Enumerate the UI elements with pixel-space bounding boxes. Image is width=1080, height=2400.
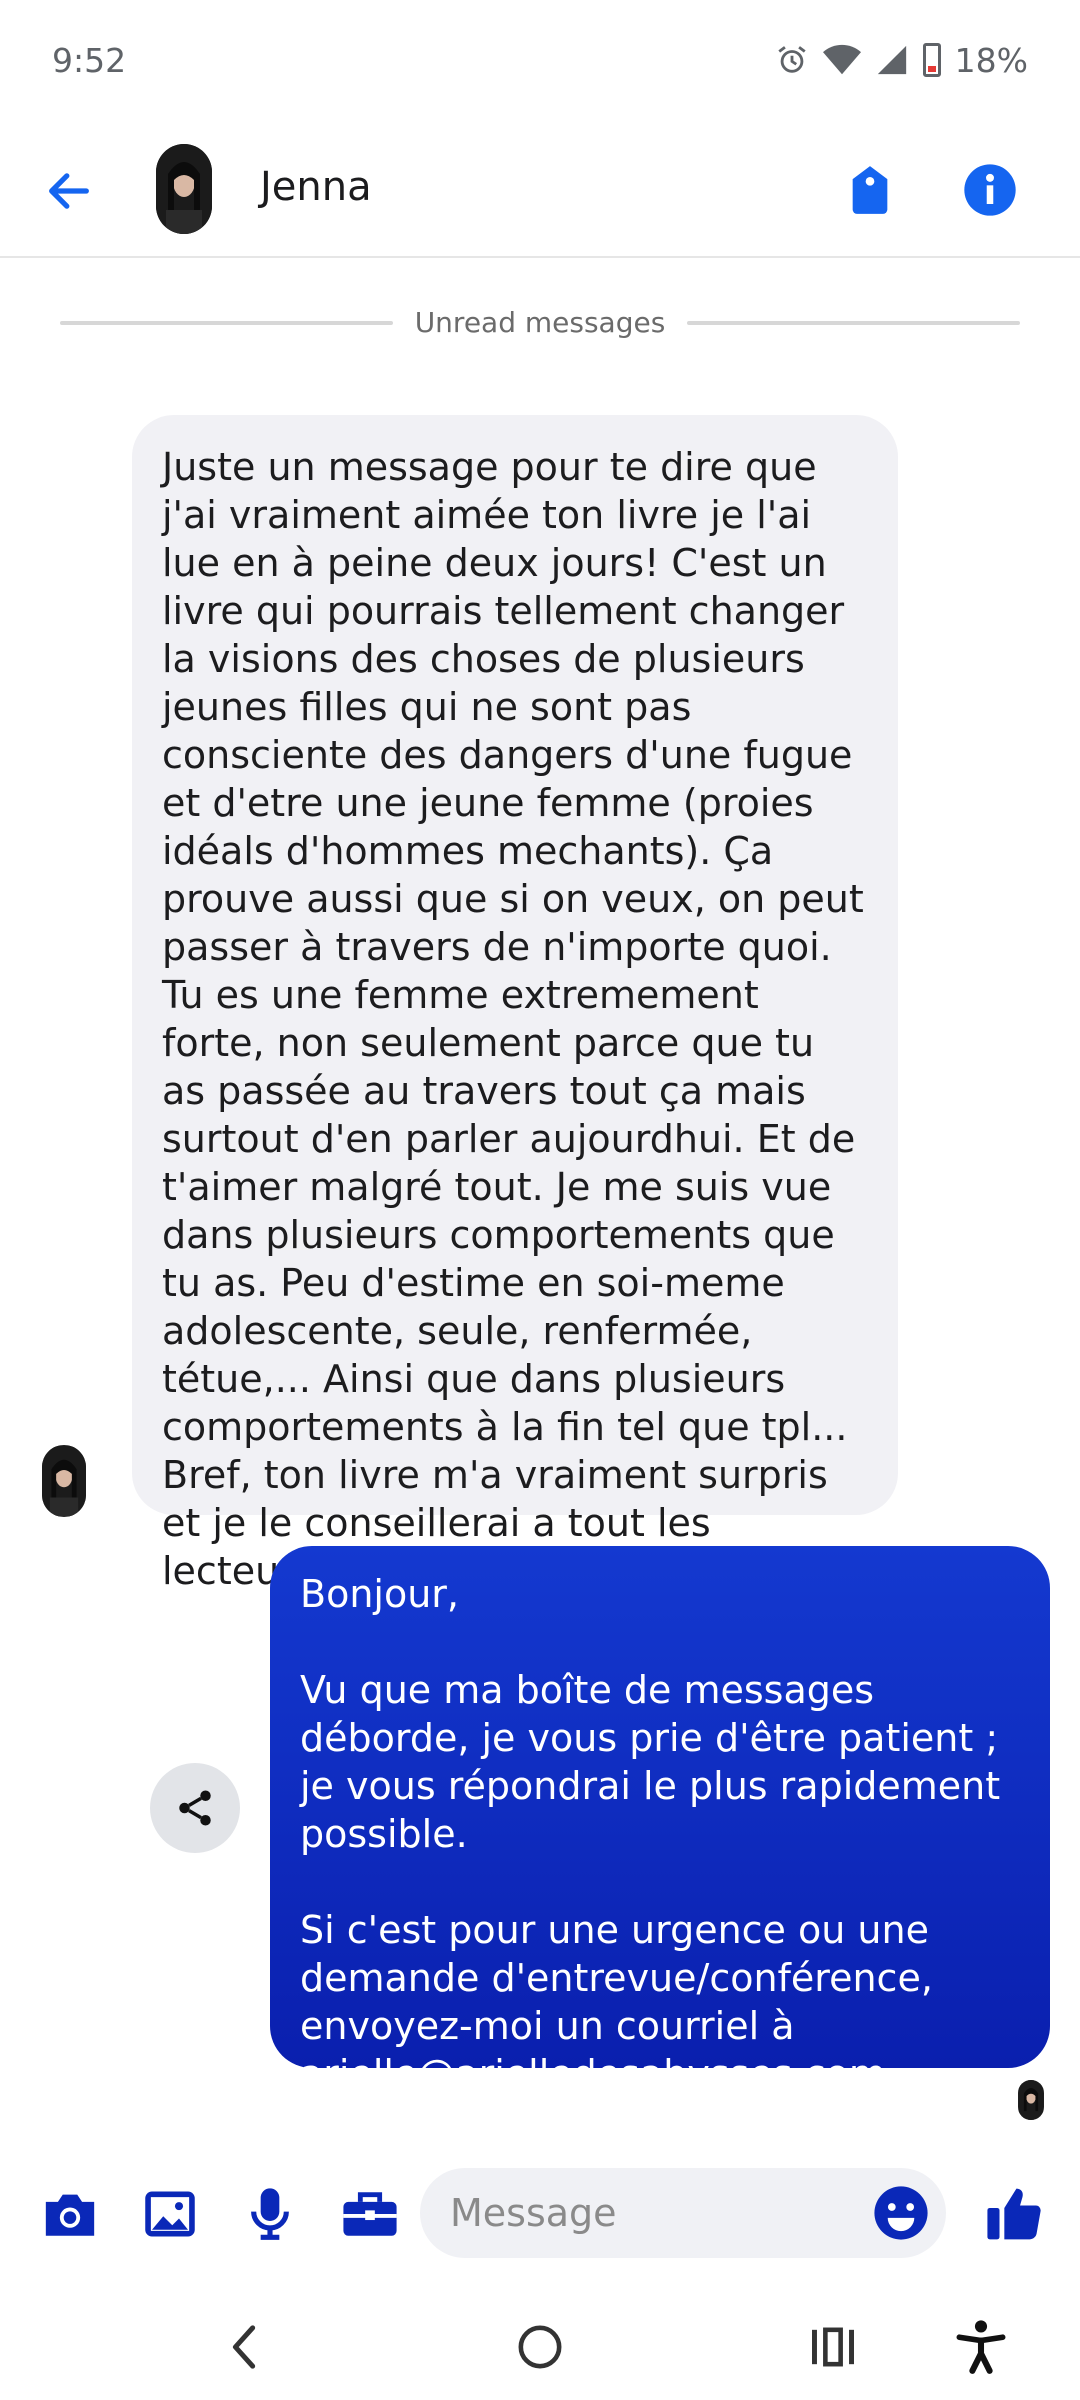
accessibility-icon [956,2320,1006,2374]
outgoing-paragraph-1: Vu que ma boîte de messages déborde, je … [300,1668,1013,1856]
back-button[interactable] [38,160,100,222]
unread-divider: Unread messages [60,306,1020,339]
info-icon [964,164,1016,216]
nav-recents-icon [812,2327,854,2367]
like-button[interactable] [982,2182,1046,2246]
camera-button[interactable] [38,2182,102,2246]
sender-avatar[interactable] [42,1445,86,1517]
message-composer [0,2168,1080,2260]
info-button[interactable] [958,158,1022,222]
alarm-icon [778,46,806,73]
messenger-screen: 9:52 18% Jenna Unread messages Juste un … [0,0,1080,2400]
share-button[interactable] [150,1763,240,1853]
nav-home-button[interactable] [505,2312,575,2382]
voice-button[interactable] [238,2182,302,2246]
unread-label: Unread messages [414,306,666,339]
battery-icon [922,43,941,77]
read-receipt-avatar [1018,2080,1044,2120]
image-icon [145,2191,195,2237]
outgoing-greeting: Bonjour, [300,1572,459,1616]
message-input[interactable] [450,2191,850,2235]
contact-name[interactable]: Jenna [260,164,372,210]
nav-back-button[interactable] [210,2312,280,2382]
outgoing-period: . [885,2052,898,2096]
emoji-icon[interactable] [872,2184,930,2242]
gallery-button[interactable] [138,2182,202,2246]
wifi-icon [822,44,861,75]
divider-line-right [687,320,1020,325]
status-icons: 18% [775,41,1028,80]
email-link[interactable]: arielle@arielledesabysses.com [300,2052,886,2096]
nav-back-icon [232,2325,256,2369]
back-arrow-icon [49,173,89,209]
status-time: 9:52 [52,40,127,80]
outgoing-paragraph-2: Si c'est pour une urgence ou une demande… [300,1908,945,2048]
tag-icon [852,166,888,214]
briefcase-icon [343,2192,397,2236]
battery-percent: 18% [954,40,1028,80]
system-nav-bar [0,2290,1080,2400]
message-input-wrapper[interactable] [420,2168,946,2258]
contact-avatar[interactable] [156,144,212,234]
thumbs-up-icon [987,2188,1041,2240]
outgoing-message-bubble[interactable]: Bonjour, Vu que ma boîte de messages déb… [270,1546,1050,2096]
status-bar: 9:52 18% [0,0,1080,120]
signal-icon [877,45,906,75]
incoming-message-text: Juste un message pour te dire que j'ai v… [162,445,876,1593]
divider-line-left [60,320,393,325]
camera-icon [45,2194,95,2236]
nav-recents-button[interactable] [798,2312,868,2382]
chat-header: Jenna [0,120,1080,258]
tag-button[interactable] [838,158,902,222]
microphone-icon [251,2188,289,2240]
share-icon [179,1790,211,1826]
incoming-message-bubble[interactable]: Juste un message pour te dire que j'ai v… [132,415,898,1593]
apps-button[interactable] [338,2182,402,2246]
nav-home-icon [518,2325,562,2369]
accessibility-button[interactable] [946,2312,1016,2382]
